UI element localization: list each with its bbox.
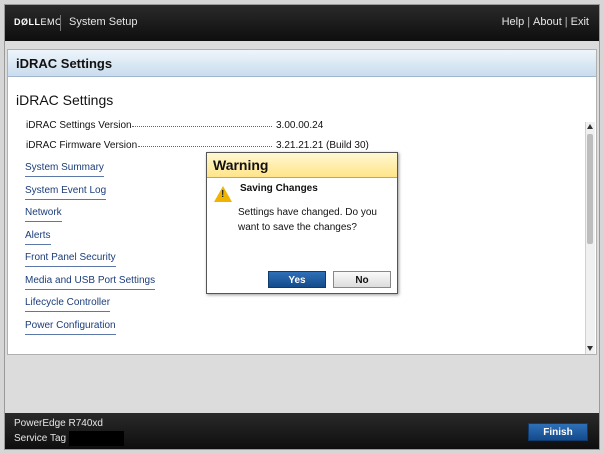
dell-emc-logo: DØLLEMC [14, 17, 62, 27]
warning-dialog: Warning Saving Changes Settings have cha… [206, 152, 398, 294]
link-separator: | [564, 16, 568, 28]
page-title: iDRAC Settings [16, 92, 114, 108]
about-link[interactable]: About [533, 16, 562, 28]
dotted-leader [132, 126, 272, 127]
logo-emc: EMC [40, 17, 62, 27]
no-button[interactable]: No [333, 271, 391, 288]
dialog-heading: Saving Changes [240, 183, 318, 194]
nav-link-system-summary[interactable]: System Summary [25, 162, 104, 177]
link-separator: | [527, 16, 531, 28]
info-label: iDRAC Firmware Version [26, 140, 138, 151]
nav-link-power-configuration[interactable]: Power Configuration [25, 320, 116, 335]
nav-link-network[interactable]: Network [25, 207, 62, 222]
header-divider [60, 15, 61, 31]
panel-header-title: iDRAC Settings [16, 56, 113, 71]
help-link[interactable]: Help [502, 16, 525, 28]
system-model: PowerEdge R740xd [14, 418, 103, 429]
nav-link-lifecycle-controller[interactable]: Lifecycle Controller [25, 297, 111, 312]
info-value: 3.21.21.21 (Build 30) [276, 140, 369, 151]
bottom-bar: PowerEdge R740xd Service Tag Finish [5, 413, 599, 449]
dialog-title: Warning [213, 157, 269, 173]
yes-button[interactable]: Yes [268, 271, 326, 288]
logo-dell: DØLL [14, 17, 41, 27]
scroll-down-arrow-icon[interactable] [587, 346, 593, 351]
info-value: 3.00.00.24 [276, 120, 324, 131]
vertical-scrollbar[interactable] [585, 122, 595, 354]
info-label: iDRAC Settings Version [26, 120, 132, 131]
header-links: Help | About | Exit [502, 16, 589, 28]
dialog-header: Warning [207, 153, 397, 178]
nav-link-system-event-log[interactable]: System Event Log [25, 185, 107, 200]
nav-link-alerts[interactable]: Alerts [25, 230, 51, 245]
panel-header: iDRAC Settings [8, 50, 596, 77]
dialog-message: Settings have changed. Do you want to sa… [238, 207, 377, 233]
exit-link[interactable]: Exit [571, 16, 589, 28]
scroll-up-arrow-icon[interactable] [587, 124, 593, 129]
finish-button[interactable]: Finish [528, 423, 588, 441]
warning-icon [214, 186, 232, 202]
service-tag-redacted [69, 431, 124, 446]
scroll-thumb[interactable] [587, 134, 593, 244]
nav-link-media-usb-port-settings[interactable]: Media and USB Port Settings [25, 275, 156, 290]
nav-link-front-panel-security[interactable]: Front Panel Security [25, 252, 116, 267]
dotted-leader [138, 146, 272, 147]
service-tag-label: Service Tag [14, 433, 67, 444]
top-bar: DØLLEMC System Setup Help | About | Exit [5, 5, 599, 41]
app-title: System Setup [69, 16, 138, 28]
